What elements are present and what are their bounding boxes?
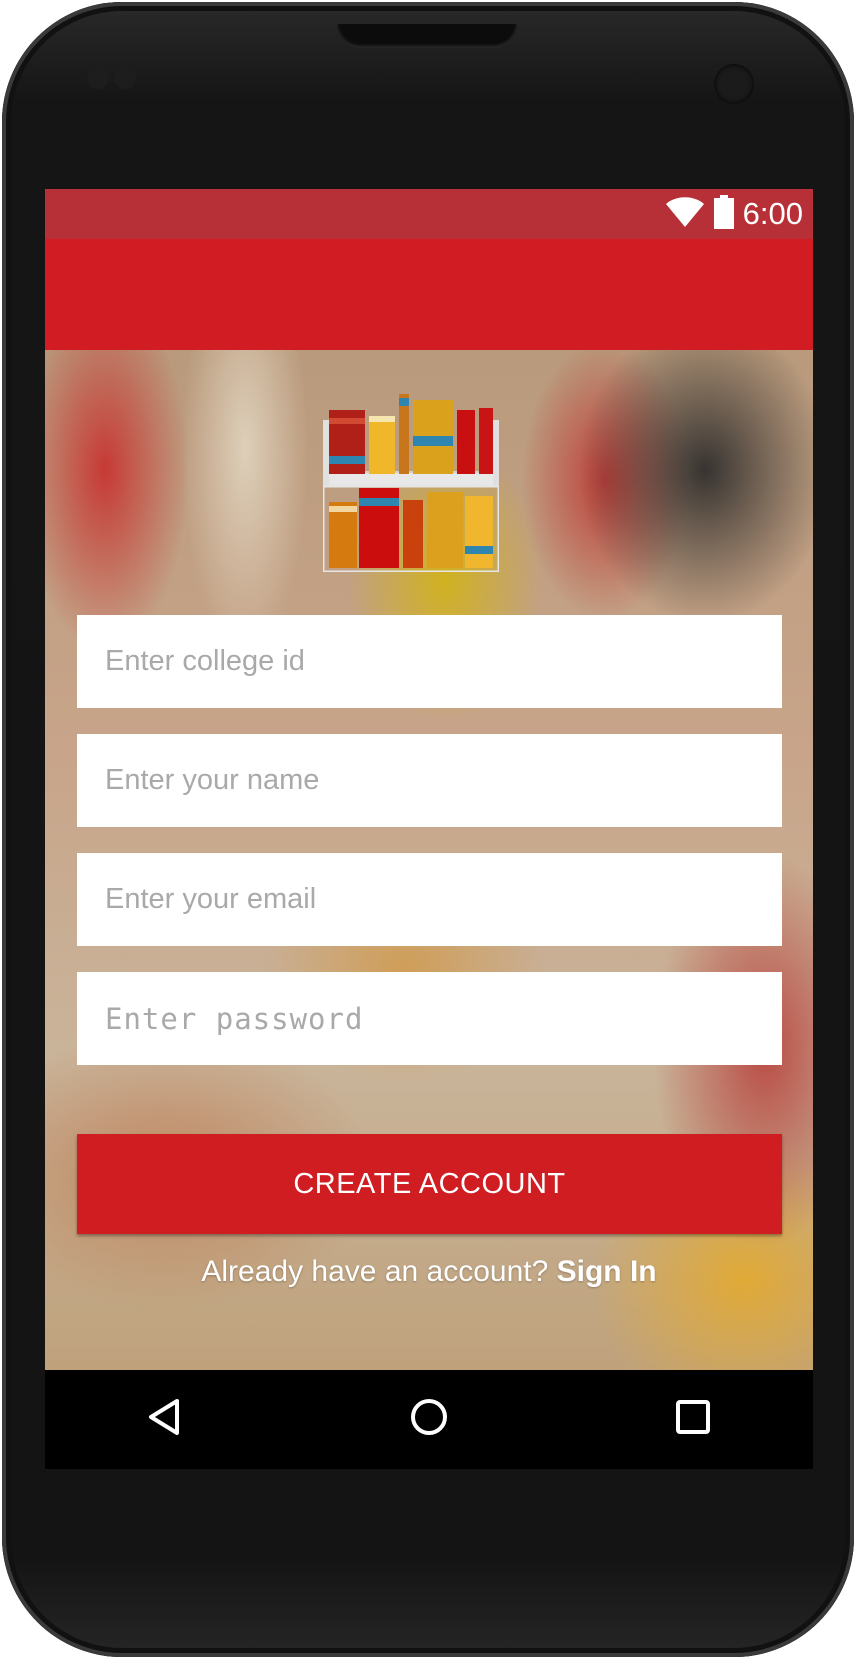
proximity-sensor <box>87 67 109 89</box>
status-bar: 6:00 <box>45 189 813 239</box>
recents-icon <box>673 1397 713 1442</box>
signin-prompt: Already have an account? <box>201 1255 549 1288</box>
phone-frame: 6:00 Enter college id Enter your name En… <box>2 2 854 1657</box>
status-time: 6:00 <box>742 196 803 231</box>
home-icon <box>409 1397 449 1442</box>
bookshelf-icon <box>321 390 501 574</box>
name-input[interactable] <box>77 734 782 827</box>
signin-row: Already have an account? Sign In <box>45 1255 813 1289</box>
signup-content: CREATE ACCOUNT Already have an account? … <box>45 350 813 1370</box>
home-button[interactable] <box>369 1370 489 1469</box>
screen: 6:00 Enter college id Enter your name En… <box>45 189 813 1469</box>
back-icon <box>145 1397 185 1442</box>
signin-link[interactable]: Sign In <box>557 1255 657 1288</box>
recents-button[interactable] <box>633 1370 753 1469</box>
front-camera <box>714 64 754 104</box>
college-id-input[interactable] <box>77 615 782 708</box>
app-bar <box>45 239 813 350</box>
navigation-bar <box>45 1370 813 1469</box>
email-input[interactable] <box>77 853 782 946</box>
earpiece-speaker <box>337 24 517 48</box>
status-icons: 6:00 <box>665 189 803 239</box>
light-sensor <box>114 67 136 89</box>
battery-icon <box>713 194 735 234</box>
wifi-icon <box>665 196 705 233</box>
back-button[interactable] <box>105 1370 225 1469</box>
password-input[interactable] <box>77 972 782 1065</box>
create-account-button[interactable]: CREATE ACCOUNT <box>77 1134 782 1234</box>
